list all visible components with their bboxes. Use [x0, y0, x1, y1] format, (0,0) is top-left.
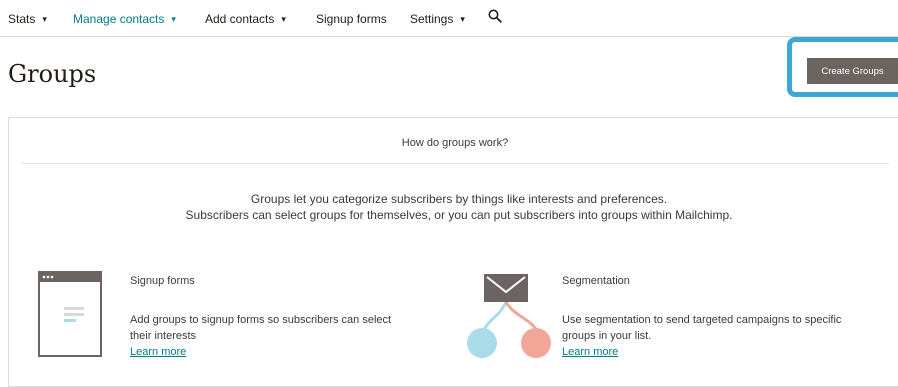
description-line: Groups let you categorize subscribers by…: [250, 192, 668, 206]
groups-info-panel: How do groups work? Groups let you categ…: [8, 117, 898, 387]
feature-title-segmentation: Segmentation: [562, 275, 630, 287]
chevron-down-icon: ▾: [171, 13, 176, 24]
chevron-down-icon: ▾: [281, 13, 286, 24]
groups-description: Groups let you categorize subscribers by…: [9, 191, 898, 223]
button-highlight: [787, 37, 898, 97]
feature-title-signup-forms: Signup forms: [130, 275, 195, 287]
envelope-segment-icon: [462, 272, 552, 365]
nav-add-contacts[interactable]: Add contacts ▾: [205, 12, 286, 26]
divider: [21, 163, 889, 164]
learn-more-link[interactable]: Learn more: [130, 346, 186, 358]
chevron-down-icon: ▾: [42, 13, 47, 24]
feature-text-signup-forms: Add groups to signup forms so subscriber…: [130, 312, 450, 360]
panel-header: How do groups work?: [401, 137, 509, 149]
nav-stats-label: Stats: [8, 12, 36, 26]
nav-add-contacts-label: Add contacts: [205, 12, 275, 26]
browser-form-icon: [38, 271, 102, 362]
nav-manage-contacts-label: Manage contacts: [73, 12, 165, 26]
feature-text-line: Add groups to signup forms so subscriber…: [130, 314, 392, 326]
feature-text-segmentation: Use segmentation to send targeted campai…: [562, 312, 882, 360]
feature-text-line: Use segmentation to send targeted campai…: [562, 314, 842, 326]
nav-signup-forms-label: Signup forms: [316, 12, 387, 26]
nav-settings-label: Settings: [410, 12, 454, 26]
feature-text-line: groups in your list.: [562, 330, 652, 342]
chevron-down-icon: ▾: [460, 13, 465, 24]
nav-signup-forms[interactable]: Signup forms: [316, 12, 387, 26]
learn-more-link[interactable]: Learn more: [562, 346, 618, 358]
page-title: Groups: [8, 60, 97, 88]
feature-text-line: their interests: [130, 330, 197, 342]
description-line: Subscribers can select groups for themse…: [185, 208, 733, 222]
search-icon[interactable]: [488, 9, 502, 26]
top-nav: Stats ▾ Manage contacts ▾ Add contacts ▾…: [0, 0, 898, 37]
nav-stats[interactable]: Stats ▾: [8, 12, 47, 26]
nav-manage-contacts[interactable]: Manage contacts ▾: [73, 12, 176, 26]
nav-settings[interactable]: Settings ▾: [410, 12, 465, 26]
